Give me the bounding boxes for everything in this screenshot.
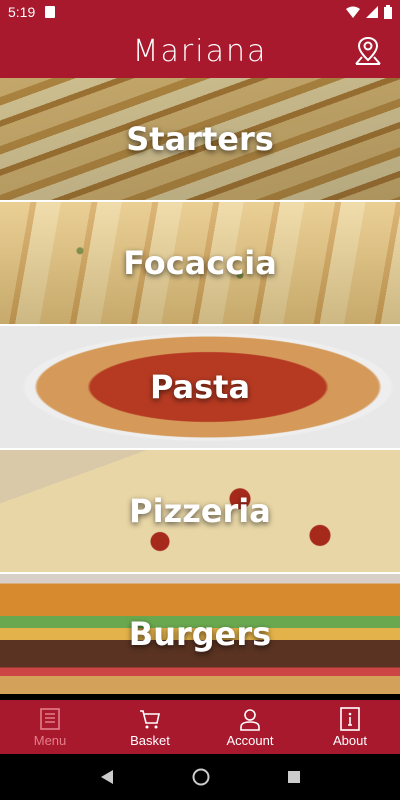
- nav-basket-label: Basket: [130, 732, 170, 748]
- account-icon: [240, 708, 260, 731]
- app-bar: Mariana: [0, 24, 400, 78]
- back-icon[interactable]: [99, 769, 115, 785]
- nav-menu-label: Menu: [33, 732, 67, 748]
- battery-icon: [384, 5, 392, 19]
- sd-card-icon: [45, 6, 56, 18]
- menu-list-icon: [40, 707, 60, 730]
- recents-icon[interactable]: [287, 770, 301, 784]
- category-pizzeria[interactable]: Pizzeria: [0, 450, 400, 574]
- category-label: Pasta: [149, 368, 251, 406]
- category-label: Burgers: [128, 615, 272, 653]
- status-time: 5:19: [8, 4, 36, 20]
- app-title: Mariana: [132, 33, 268, 69]
- nav-basket[interactable]: Basket: [100, 700, 200, 754]
- nav-menu[interactable]: Menu: [0, 700, 100, 754]
- category-label: Pizzeria: [129, 492, 271, 530]
- home-icon[interactable]: [192, 768, 210, 786]
- nav-about-label: About: [333, 732, 367, 748]
- system-nav-bar: [0, 754, 400, 800]
- wifi-icon: [346, 6, 360, 18]
- nav-account-label: Account: [226, 732, 274, 748]
- category-label: Focaccia: [123, 244, 277, 282]
- category-pasta[interactable]: Pasta: [0, 326, 400, 450]
- location-pin-icon[interactable]: [352, 35, 384, 67]
- signal-icon: [366, 6, 378, 18]
- bottom-nav: Menu Basket Account About: [0, 700, 400, 754]
- category-label: Starters: [126, 120, 274, 158]
- basket-icon: [140, 709, 160, 728]
- info-icon: [340, 706, 360, 731]
- category-starters[interactable]: Starters: [0, 78, 400, 202]
- status-bar: 5:19: [0, 0, 400, 24]
- category-burgers[interactable]: Burgers: [0, 574, 400, 694]
- nav-about[interactable]: About: [300, 700, 400, 754]
- category-focaccia[interactable]: Focaccia: [0, 202, 400, 326]
- category-list: Starters Focaccia Pasta Pizzeria Burgers: [0, 78, 400, 700]
- status-icons: [346, 5, 392, 19]
- nav-account[interactable]: Account: [200, 700, 300, 754]
